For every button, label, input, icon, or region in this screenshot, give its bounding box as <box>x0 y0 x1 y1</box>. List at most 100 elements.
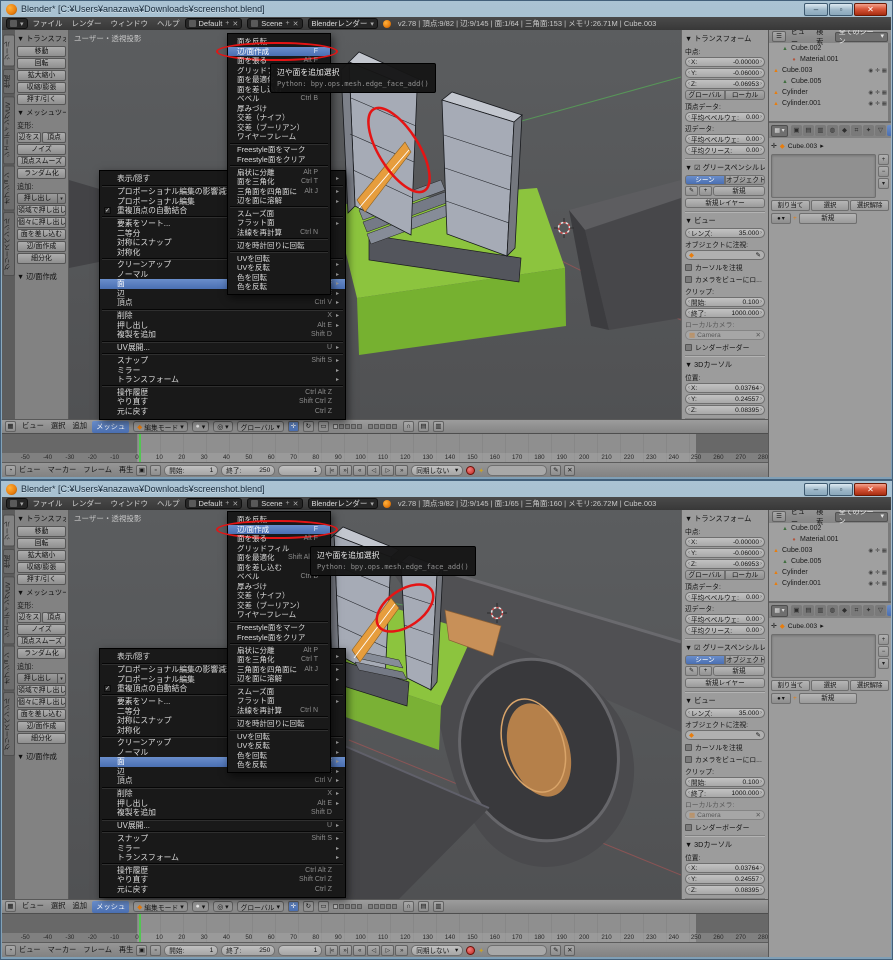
layer-toggle[interactable] <box>345 424 350 429</box>
menubar-item[interactable]: 再生 <box>119 945 133 955</box>
material-tab-icon[interactable]: ● <box>887 125 891 136</box>
remove-slot-button[interactable]: − <box>878 166 889 177</box>
number-field[interactable]: ‹レンズ:35.000› <box>685 708 765 718</box>
lock-cursor-checkbox[interactable]: カーソルを注視 <box>685 262 765 272</box>
decrement-arrow-icon[interactable]: ‹ <box>688 407 690 413</box>
tool-button[interactable]: 頂点 <box>42 132 66 143</box>
material-browse-selector[interactable]: ●▾ <box>771 213 791 224</box>
properties-editor-icon[interactable]: ▦ ▾ <box>771 605 788 617</box>
layer-toggle[interactable] <box>339 424 344 429</box>
previous-keyframe-button[interactable]: « <box>353 945 366 956</box>
header-menu-item[interactable]: 追加 <box>70 421 89 433</box>
lock-camera-checkbox[interactable]: カメラをビューにロ... <box>685 754 765 764</box>
menu-item[interactable]: Freestyle面をクリア <box>228 632 330 642</box>
slot-specials-button[interactable]: ▾ <box>878 658 889 669</box>
menu-item[interactable]: 辺を時計回りに回転 <box>228 241 330 251</box>
menu-item[interactable]: トランスフォーム▸ <box>100 853 345 863</box>
number-field[interactable]: ‹平均ベベルウェ:0.00› <box>685 134 765 144</box>
render-tab-icon[interactable]: ▣ <box>791 605 802 616</box>
slot-specials-button[interactable]: ▾ <box>878 178 889 189</box>
increment-arrow-icon[interactable]: › <box>760 70 762 76</box>
lock-range-icon[interactable]: ▫ <box>150 465 161 476</box>
maximize-button[interactable]: ▫ <box>829 3 853 16</box>
menu-item[interactable]: 辺を面に溶解 <box>228 196 330 206</box>
layer-toggle[interactable] <box>392 904 397 909</box>
layer-toggle[interactable] <box>357 904 362 909</box>
camera-icon[interactable]: ▦ <box>882 548 887 554</box>
eye-icon[interactable]: ◉ <box>868 570 873 576</box>
new-material-button[interactable]: 新規 <box>799 213 857 224</box>
outliner-scrollbar[interactable] <box>888 523 891 601</box>
orientation-selector[interactable]: グローバル▾ <box>237 421 284 432</box>
material-browse-selector[interactable]: ●▾ <box>771 693 791 704</box>
panel-header-gpencil[interactable]: ▼ ☑ グリースペンシルレイ <box>685 163 765 173</box>
tool-button[interactable]: 移動 <box>17 46 66 57</box>
render-layers-tab-icon[interactable]: ▤ <box>803 605 814 616</box>
panel-header-meshtools[interactable]: ▼ メッシュツール <box>17 108 66 118</box>
lock-camera-checkbox[interactable]: カメラをビューにロ... <box>685 274 765 284</box>
global-button[interactable]: グローバル <box>685 90 725 100</box>
add-slot-button[interactable]: + <box>878 154 889 165</box>
increment-arrow-icon[interactable]: › <box>760 876 762 882</box>
record-button[interactable] <box>466 466 475 475</box>
menu-item[interactable]: 頂点Ctrl V▸ <box>100 298 345 308</box>
next-keyframe-button[interactable]: » <box>395 465 408 476</box>
timeline-editor-icon[interactable]: ◔ <box>5 465 16 476</box>
menubar-item[interactable]: ウィンドウ <box>111 18 149 29</box>
increment-arrow-icon[interactable]: › <box>760 594 762 600</box>
lock-object-field[interactable]: ◆✎ <box>685 730 765 740</box>
outliner-editor-icon[interactable]: ☰ <box>772 511 786 522</box>
frame-start-field[interactable]: 開始:1 <box>164 465 218 476</box>
extrude-button[interactable]: 押し出し <box>17 193 58 204</box>
material-slot-list[interactable] <box>771 634 876 678</box>
viewport-shading-selector[interactable]: ●▾ <box>192 421 210 432</box>
number-field[interactable]: ‹X:0.03764› <box>685 863 765 873</box>
layer-toggle[interactable] <box>368 424 373 429</box>
play-button[interactable]: ▷ <box>381 465 394 476</box>
layer-toggle[interactable] <box>357 424 362 429</box>
modifiers-tab-icon[interactable]: ✦ <box>863 605 874 616</box>
camera-icon[interactable]: ▦ <box>882 581 887 587</box>
assign-button[interactable]: 選択 <box>811 680 850 691</box>
delete-keyframe-icon[interactable]: ✕ <box>564 945 575 956</box>
eye-icon[interactable]: ◉ <box>868 68 873 74</box>
jump-to-start-button[interactable]: |« <box>325 465 338 476</box>
number-field[interactable]: ‹Z:-0.06953› <box>685 559 765 569</box>
menubar-item[interactable]: 再生 <box>119 465 133 475</box>
decrement-arrow-icon[interactable]: ‹ <box>688 81 690 87</box>
pin-icon[interactable]: ✛ <box>771 622 777 630</box>
shelf-tab[interactable]: グリースペンシル <box>3 212 15 276</box>
local-button[interactable]: ローカル <box>725 90 765 100</box>
tool-button[interactable]: 収縮/膨張 <box>17 562 66 573</box>
render-tab-icon[interactable]: ▣ <box>791 125 802 136</box>
new-layer-button[interactable]: 新規レイヤー <box>685 198 765 208</box>
new-layer-button[interactable]: 新規レイヤー <box>685 678 765 688</box>
frame-end-field[interactable]: 終了:250 <box>221 945 275 956</box>
keying-set-field[interactable] <box>487 945 547 956</box>
menu-item[interactable]: トランスフォーム▸ <box>100 375 345 385</box>
menu-item[interactable]: 色を反転 <box>228 282 330 292</box>
insert-keyframe-icon[interactable]: ✎ <box>550 945 561 956</box>
sync-mode-selector[interactable]: 同期しない▾ <box>411 465 463 476</box>
increment-arrow-icon[interactable]: › <box>760 230 762 236</box>
panel-header-transform[interactable]: ▼ トランスフォーム <box>17 514 66 524</box>
breadcrumb-object-name[interactable]: Cube.003 <box>788 143 817 150</box>
header-menu-item[interactable]: ビュー <box>20 901 46 913</box>
menu-item[interactable]: 複製を追加Shift D <box>100 808 345 818</box>
decrement-arrow-icon[interactable]: ‹ <box>688 561 690 567</box>
increment-arrow-icon[interactable]: › <box>760 114 762 120</box>
menu-item[interactable]: 辺を面に溶解 <box>228 674 330 684</box>
header-menu-item[interactable]: メッシュ <box>92 421 129 433</box>
camera-icon[interactable]: ▦ <box>882 570 887 576</box>
increment-arrow-icon[interactable]: › <box>760 81 762 87</box>
decrement-arrow-icon[interactable]: ‹ <box>688 594 690 600</box>
info-editor-selector[interactable]: ▾ <box>6 498 28 509</box>
increment-arrow-icon[interactable]: › <box>760 710 762 716</box>
header-menu-item[interactable]: ビュー <box>20 421 46 433</box>
render-opengl-icon[interactable]: ▤ <box>418 901 429 912</box>
menubar-item[interactable]: レンダー <box>72 18 102 29</box>
increment-arrow-icon[interactable]: › <box>760 396 762 402</box>
mode-selector[interactable]: ◆編集モード▾ <box>133 901 187 912</box>
clear-icon[interactable]: ✕ <box>755 811 761 819</box>
panel-header-view[interactable]: ▼ ビュー <box>685 696 765 706</box>
